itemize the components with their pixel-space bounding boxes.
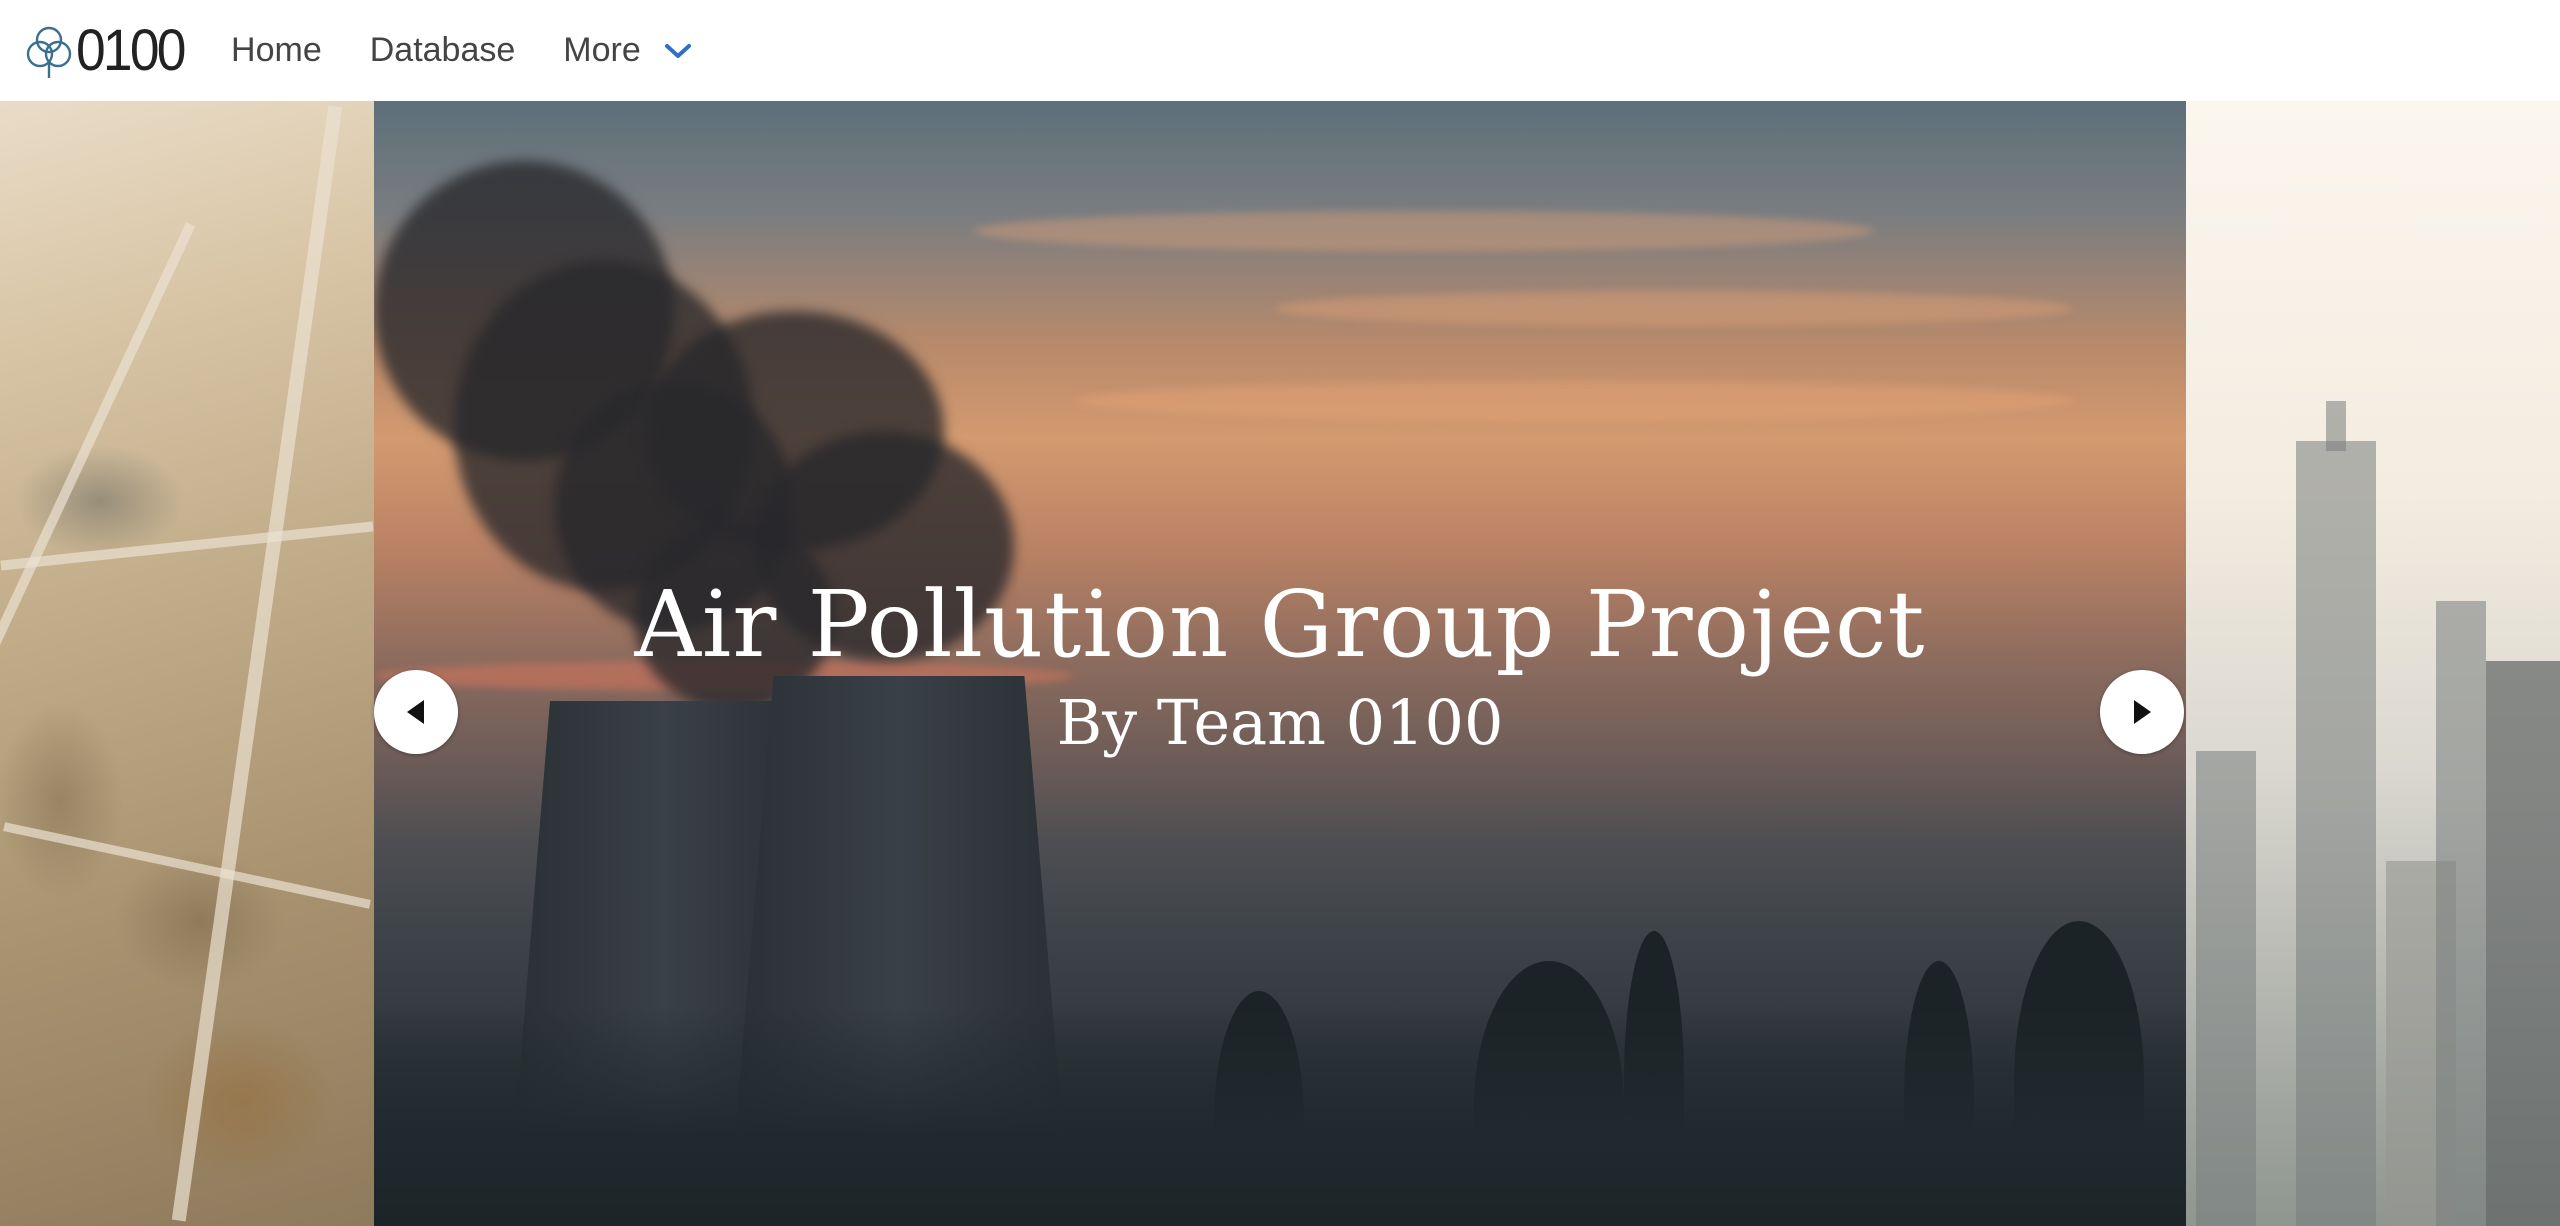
brand-name: 0100 — [76, 17, 186, 83]
nav-more-dropdown[interactable]: More — [563, 31, 692, 70]
brand[interactable]: 0100 — [22, 17, 193, 83]
nav-links: Home Database More — [231, 31, 693, 70]
carousel-next-button[interactable] — [2100, 670, 2184, 754]
carousel-active-slide-image: Air Pollution Group Project By Team 0100 — [374, 101, 2186, 1226]
nav-more-label: More — [563, 31, 641, 69]
carousel-caption-title: Air Pollution Group Project — [634, 571, 1926, 678]
hero-carousel: Air Pollution Group Project By Team 0100 — [0, 101, 2560, 1226]
caret-right-icon — [2134, 700, 2151, 724]
nav-home-link[interactable]: Home — [231, 31, 322, 70]
navbar: 0100 Home Database More — [0, 0, 2560, 101]
carousel-slide-next-image — [2186, 101, 2560, 1226]
carousel-caption-subtitle: By Team 0100 — [1056, 686, 1504, 759]
nav-database-link[interactable]: Database — [370, 31, 516, 70]
carousel-slide-previous-image — [0, 101, 374, 1226]
chevron-down-icon — [664, 43, 691, 58]
trinity-knot-icon — [26, 26, 72, 78]
carousel-prev-button[interactable] — [374, 670, 458, 754]
caret-left-icon — [407, 700, 424, 724]
